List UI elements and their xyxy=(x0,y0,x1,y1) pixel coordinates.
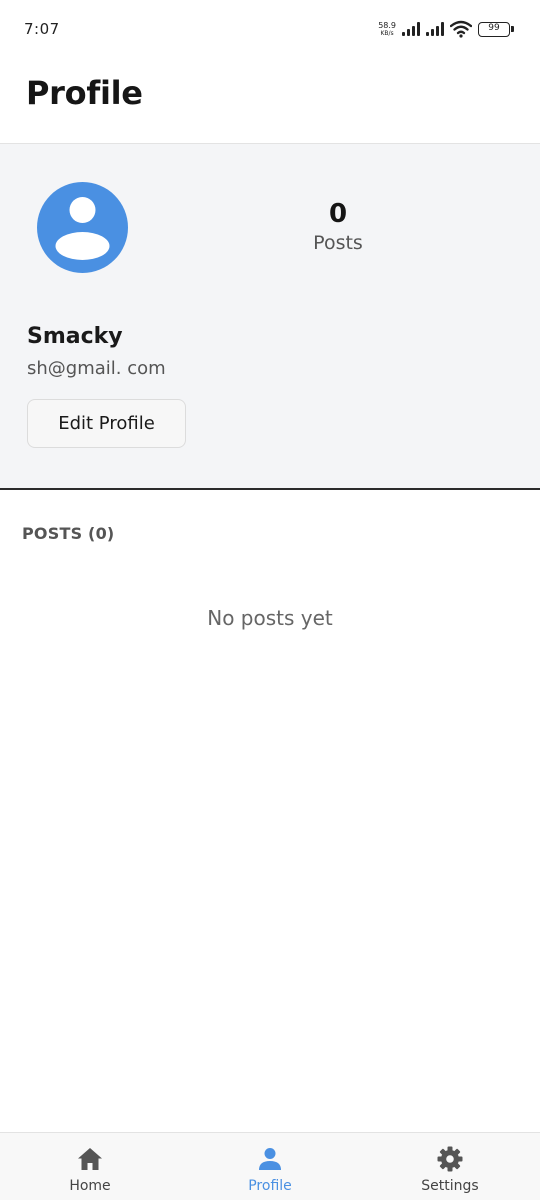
wifi-icon xyxy=(450,20,472,38)
page-title: Profile xyxy=(26,74,143,112)
nav-item-home[interactable]: Home xyxy=(0,1133,180,1200)
empty-posts-message: No posts yet xyxy=(207,606,333,630)
posts-count: 0 xyxy=(328,199,348,229)
posts-section-heading: POSTS (0) xyxy=(22,524,115,543)
network-speed-unit: KB/s xyxy=(380,29,394,37)
nav-label-profile: Profile xyxy=(248,1178,292,1194)
user-email: sh@gmail. com xyxy=(27,358,166,379)
battery-icon: 99 xyxy=(478,21,514,37)
nav-label-home: Home xyxy=(69,1178,111,1194)
signal-icon xyxy=(426,22,444,36)
status-icons: 58.9 KB/s 99 xyxy=(378,18,514,40)
person-icon xyxy=(259,1148,281,1170)
nav-item-profile[interactable]: Profile xyxy=(180,1133,360,1200)
status-time: 7:07 xyxy=(24,20,60,38)
edit-profile-button[interactable]: Edit Profile xyxy=(27,399,186,448)
profile-card: 0 Posts Smacky sh@gmail. com Edit Profil… xyxy=(0,144,540,490)
gear-icon xyxy=(437,1146,463,1172)
network-speed: 58.9 KB/s xyxy=(378,20,396,37)
bottom-navigation: Home Profile Settings xyxy=(0,1132,540,1200)
app-header: Profile xyxy=(0,60,540,144)
network-speed-value: 58.9 xyxy=(378,20,396,30)
user-avatar-icon xyxy=(37,182,128,273)
signal-icon xyxy=(402,22,420,36)
user-name: Smacky xyxy=(27,324,123,349)
home-icon xyxy=(78,1148,102,1170)
posts-count-label: Posts xyxy=(313,232,363,254)
nav-item-settings[interactable]: Settings xyxy=(360,1133,540,1200)
posts-stat: 0 Posts xyxy=(288,198,388,254)
nav-label-settings: Settings xyxy=(421,1178,479,1194)
status-bar: 7:07 58.9 KB/s 99 xyxy=(0,0,540,60)
